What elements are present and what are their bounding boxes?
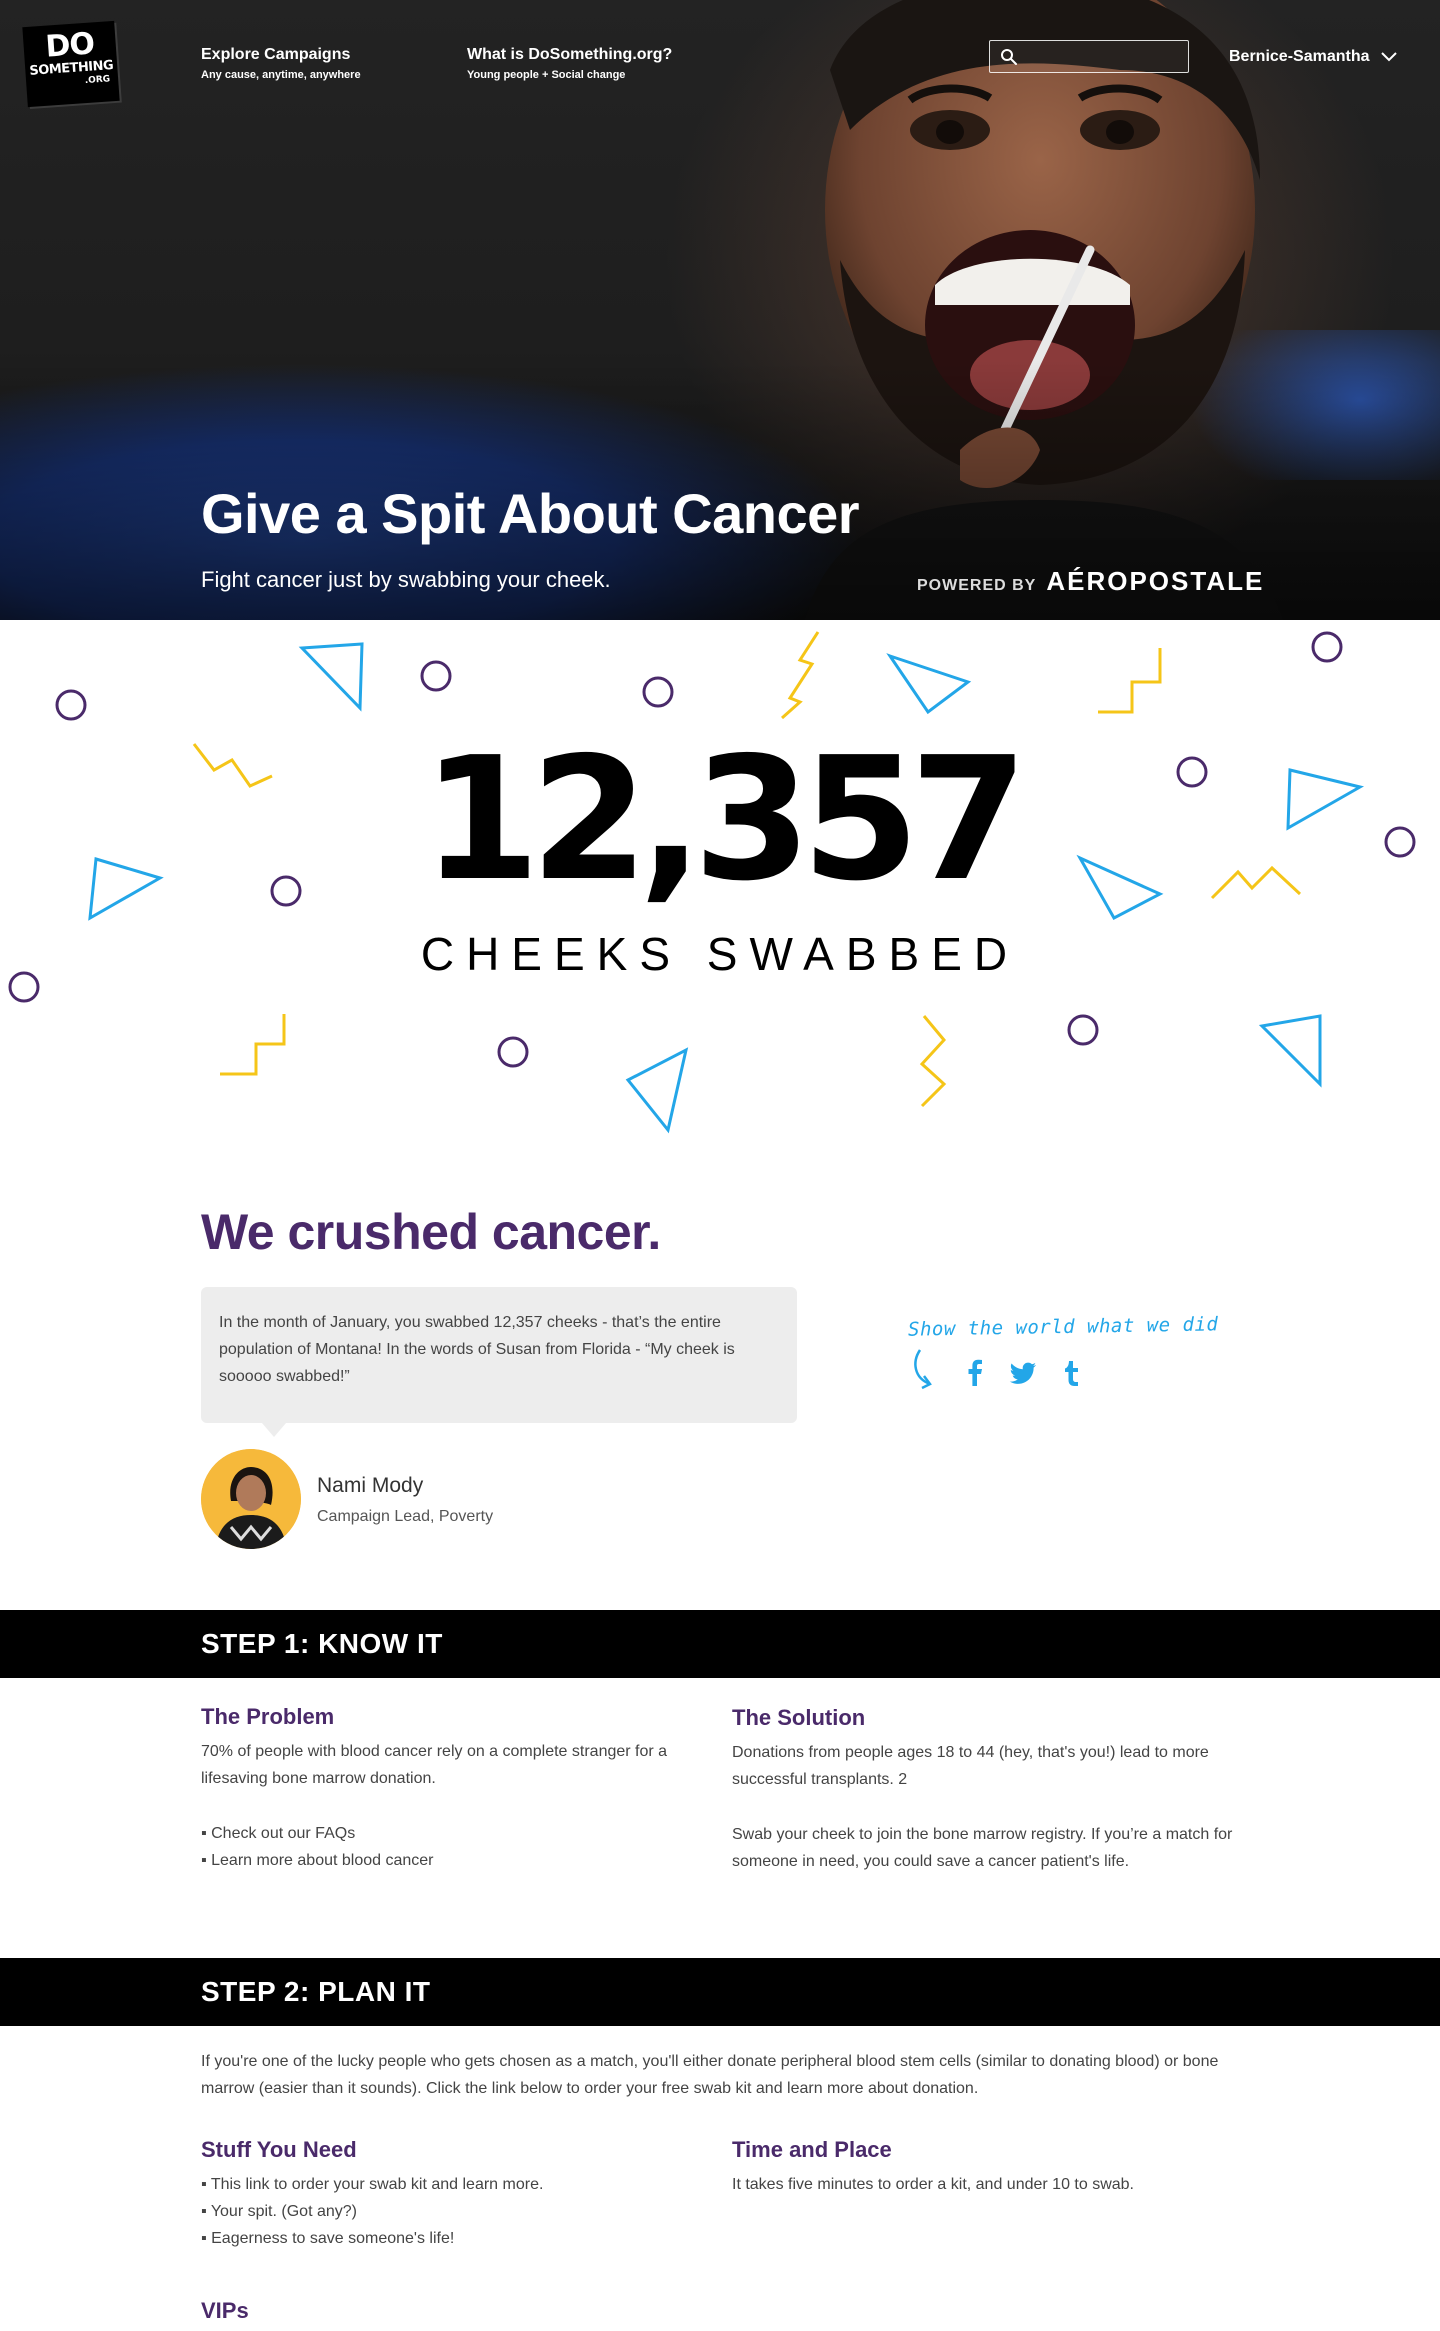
nav-about-title: What is DoSomething.org? [467,46,673,63]
swab-counter-label: CHEEKS SWABBED [420,928,1020,980]
quote-bubble-tail [262,1423,286,1437]
sponsor-credit: POWERED BY AÉROPOSTALE [917,566,1264,597]
facebook-icon[interactable] [960,1358,990,1388]
campaign-lead-role: Campaign Lead, Poverty [317,1508,494,1525]
confetti-triangle [298,642,364,712]
problem-text: 70% of people with blood cancer rely on … [201,1743,668,1787]
stuff-item-label: This link to order your swab kit and lea… [210,2176,544,2193]
confetti-circle [420,660,452,692]
solution-heading: The Solution [732,1705,866,1730]
search-icon [1001,49,1017,65]
hero-subtitle: Fight cancer just by swabbing your cheek… [201,567,611,592]
dosomething-logo[interactable]: DO SOMETHING .ORG [22,20,120,108]
confetti-triangle [625,1047,689,1134]
nav-explore-subtitle: Any cause, anytime, anywhere [201,69,361,81]
quote-text: In the month of January, you swabbed 12,… [219,1314,735,1385]
nav-about-subtitle: Young people + Social change [467,69,626,81]
avatar [201,1449,301,1549]
result-heading: We crushed cancer. [201,1204,661,1260]
confetti-zigzag [1098,648,1162,714]
step-1-bar: STEP 1: KNOW IT [0,1610,1440,1678]
time-place-text: It takes five minutes to order a kit, an… [732,2176,1134,2193]
time-place-heading: Time and Place [732,2137,892,2162]
campaign-lead-photo [201,1449,301,1549]
step-2-title: STEP 2: PLAN IT [201,1976,431,2007]
tumblr-icon[interactable] [1056,1358,1086,1388]
confetti-circle [642,676,674,708]
confetti-zigzag [919,1015,947,1108]
confetti-circle [1067,1014,1099,1046]
confetti-circle [497,1036,529,1068]
stuff-item: ▪ Your spit. (Got any?) [201,2203,357,2220]
problem-heading: The Problem [201,1704,335,1729]
search-input[interactable] [1022,41,1182,72]
link-faqs-label: Check out our FAQs [211,1825,356,1842]
confetti-zigzag [220,1014,286,1076]
nav-explore-campaigns[interactable]: Explore Campaigns Any cause, anytime, an… [201,45,361,83]
confetti-circle [55,689,87,721]
link-faqs[interactable]: ▪ Check out our FAQs [201,1820,355,1847]
share-prompt: Show the world what we did [907,1313,1219,1341]
powered-by-label: POWERED BY [917,577,1037,594]
confetti-circle [1311,631,1343,663]
hero-title: Give a Spit About Cancer [201,482,860,545]
quote-bubble: In the month of January, you swabbed 12,… [201,1287,797,1423]
stuff-item-label: Eagerness to save someone's life! [211,2230,455,2247]
stuff-heading: Stuff You Need [201,2137,357,2162]
confetti-triangle [886,653,972,715]
solution-text-1: Donations from people ages 18 to 44 (hey… [732,1744,1209,1788]
sponsor-name: AÉROPOSTALE [1046,566,1265,596]
campaign-lead-name: Nami Mody [317,1474,424,1497]
user-menu[interactable]: Bernice-Samantha [1229,48,1398,66]
stuff-item-link[interactable]: ▪ This link to order your swab kit and l… [201,2171,543,2198]
step-2-bar: STEP 2: PLAN IT [0,1958,1440,2026]
twitter-icon[interactable] [1008,1358,1038,1388]
link-blood-cancer-label: Learn more about blood cancer [211,1852,434,1869]
step-2-intro: If you're one of the lucky people who ge… [201,2053,1219,2097]
user-name: Bernice-Samantha [1229,48,1370,65]
swab-counter: 12,357 [421,721,1028,919]
hero-banner: DO SOMETHING .ORG Explore Campaigns Any … [0,0,1440,620]
link-blood-cancer[interactable]: ▪ Learn more about blood cancer [201,1847,434,1874]
confetti-triangle [1258,1014,1322,1088]
stuff-item-label: Your spit. (Got any?) [210,2203,357,2220]
solution-text-2: Swab your cheek to join the bone marrow … [732,1826,1233,1870]
curved-arrow-icon [914,1349,932,1390]
chevron-down-icon [1380,52,1397,62]
stuff-item: ▪ Eagerness to save someone's life! [201,2230,455,2247]
search-box[interactable] [989,40,1189,73]
nav-about[interactable]: What is DoSomething.org? Young people + … [467,45,672,83]
vips-heading: VIPs [201,2298,249,2323]
nav-explore-title: Explore Campaigns [201,46,351,63]
confetti-zigzag [781,631,820,720]
step-1-title: STEP 1: KNOW IT [201,1628,443,1659]
